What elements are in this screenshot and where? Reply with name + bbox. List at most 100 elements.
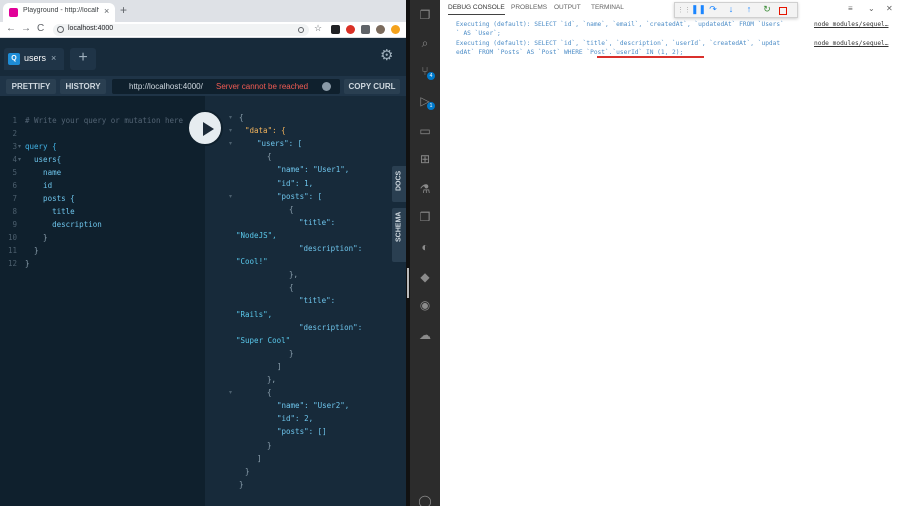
address-bar[interactable]: localhost:4000 — [53, 24, 309, 36]
source-link[interactable]: node_modules/sequel… — [814, 21, 889, 29]
fold-arrow-icon[interactable]: ▾ — [229, 388, 232, 398]
console-line: ` AS `User`; — [456, 30, 501, 37]
result-code-line: "Rails", — [236, 309, 273, 319]
copy-curl-button[interactable]: COPY CURL — [344, 79, 400, 94]
new-tab-button[interactable]: + — [120, 3, 127, 17]
line-number: 9 — [12, 220, 17, 229]
reload-icon[interactable]: C — [37, 23, 44, 34]
tab-output[interactable]: OUTPUT — [554, 4, 581, 11]
docs-tab-label: DOCS — [395, 170, 403, 191]
result-code-line: "title": — [299, 296, 336, 306]
settings-sync-icon[interactable]: ◉ — [418, 298, 432, 312]
highlight-underline — [597, 56, 704, 58]
address-bar-url: localhost:4000 — [68, 25, 114, 32]
schema-tab[interactable]: SCHEMA — [392, 208, 406, 262]
add-tab-button[interactable]: + — [70, 48, 96, 70]
result-code-line: "name": "User1", — [277, 165, 350, 175]
forward-icon[interactable]: → — [21, 23, 31, 34]
accounts-icon[interactable]: ◯ — [418, 494, 432, 506]
source-link[interactable]: node_modules/sequel… — [814, 40, 889, 48]
result-code-line: "title": — [299, 217, 336, 227]
playground-tab-close-icon[interactable]: × — [51, 53, 56, 63]
result-code-line: { — [289, 204, 294, 214]
line-number: 2 — [12, 129, 17, 138]
vscode-window: ❐ ⌕ ⑂ 4 ▷ 1 ▭ ⊞ ⚗ ❒ ◐ ◆ ◉ ☁ ◯ DEBUG CONS… — [410, 0, 900, 506]
docs-tab[interactable]: DOCS — [392, 166, 406, 202]
step-into-icon[interactable]: ↓ — [725, 4, 737, 14]
line-number: 5 — [12, 168, 17, 177]
stop-icon[interactable] — [779, 7, 787, 15]
result-code-line: { — [239, 113, 244, 122]
fold-arrow-icon[interactable]: ▾ — [229, 113, 232, 123]
line-number: 7 — [12, 194, 17, 203]
extension-red-icon[interactable] — [346, 25, 355, 34]
query-code-line: title — [25, 207, 75, 216]
docker-icon[interactable]: ◆ — [418, 270, 432, 284]
query-code-line: posts { — [25, 194, 75, 203]
result-code-line: "id": 1, — [277, 178, 314, 188]
endpoint-field[interactable]: http://localhost:4000/ Server cannot be … — [112, 79, 340, 94]
bookmark-star-icon[interactable]: ☆ — [314, 23, 323, 33]
result-code-line: "name": "User2", — [277, 401, 350, 411]
browser-tab[interactable]: Playground - http://localhost:4 × — [3, 3, 115, 22]
step-over-icon[interactable]: ↷ — [707, 4, 719, 15]
resize-handle[interactable] — [407, 268, 409, 298]
drag-grip-icon[interactable]: ⋮⋮ — [677, 6, 691, 14]
schema-tab-label: SCHEMA — [395, 211, 403, 242]
activity-bar: ❐ ⌕ ⑂ 4 ▷ 1 ▭ ⊞ ⚗ ❒ ◐ ◆ ◉ ☁ ◯ — [410, 0, 440, 506]
pause-icon[interactable]: ❚❚ — [691, 4, 706, 15]
explorer-icon[interactable]: ❐ — [418, 8, 432, 22]
tab-problems[interactable]: PROBLEMS — [511, 4, 547, 11]
fold-arrow-icon[interactable]: ▾ — [229, 192, 232, 202]
restart-icon[interactable]: ↻ — [761, 4, 773, 15]
result-code-line: "data": { — [245, 126, 286, 136]
query-code-line: } — [25, 233, 48, 242]
tab-terminal[interactable]: TERMINAL — [591, 4, 624, 11]
history-button[interactable]: HISTORY — [60, 79, 106, 94]
bookmarks-icon[interactable]: ❒ — [418, 210, 432, 224]
result-code-line: "Cool!" — [236, 257, 268, 267]
settings-gear-icon[interactable]: ⚙ — [380, 46, 393, 64]
result-viewer: ▾ {▾ "data": {▾ "users": [{"name": "User1",… — [205, 96, 406, 506]
endpoint-url: http://localhost:4000/ — [129, 82, 203, 91]
back-icon[interactable]: ← — [6, 23, 16, 34]
result-code-line: "posts": [ — [277, 191, 323, 201]
query-editor[interactable]: 1 # Write your query or mutation here 2 3 ▾ q… — [0, 96, 205, 506]
query-code-line: query { — [25, 142, 57, 151]
zoom-search-icon[interactable] — [298, 27, 304, 33]
close-panel-icon[interactable]: ✕ — [886, 4, 893, 13]
search-icon[interactable]: ⌕ — [418, 36, 432, 50]
fold-arrow-icon[interactable]: ▾ — [229, 126, 232, 136]
line-number: 6 — [12, 181, 17, 190]
step-out-icon[interactable]: ↑ — [743, 4, 755, 14]
extension-orange-icon[interactable] — [391, 25, 400, 34]
extensions-icon[interactable]: ⊞ — [418, 152, 432, 166]
result-code-line: ] — [277, 361, 282, 371]
query-code-line: description — [25, 220, 102, 229]
fold-arrow-icon[interactable]: ▾ — [229, 139, 232, 149]
line-number: 12 — [7, 259, 17, 268]
execute-query-button[interactable] — [187, 110, 223, 146]
browser-tab-strip: Playground - http://localhost:4 × + — [0, 0, 406, 22]
gitlens-icon[interactable]: ◐ — [418, 240, 432, 254]
prettify-button[interactable]: PRETTIFY — [6, 79, 56, 94]
query-code-line: name — [25, 168, 62, 177]
debug-toolbar: ⋮⋮ ❚❚ ↷ ↓ ↑ ↻ — [674, 2, 798, 18]
browser-tab-close-icon[interactable]: × — [104, 6, 109, 16]
query-code-line: } — [25, 259, 30, 268]
site-info-icon[interactable] — [57, 26, 64, 33]
extension-puzzle-icon[interactable] — [361, 25, 370, 34]
fold-arrow-icon[interactable]: ▾ — [18, 155, 21, 165]
extension-dark-icon[interactable] — [331, 25, 340, 34]
playground-tab-users[interactable]: Q users × — [4, 48, 64, 70]
graphql-favicon-icon — [9, 8, 18, 17]
filter-console-icon[interactable]: ≡ — [848, 4, 853, 13]
cloud-icon[interactable]: ☁ — [418, 328, 432, 342]
collapse-panel-icon[interactable]: ⌄ — [868, 4, 875, 13]
testing-flask-icon[interactable]: ⚗ — [418, 182, 432, 196]
remote-explorer-icon[interactable]: ▭ — [418, 124, 432, 138]
fold-arrow-icon[interactable]: ▾ — [18, 142, 21, 152]
tab-debug-console[interactable]: DEBUG CONSOLE — [448, 4, 505, 15]
result-code-line: "description": — [299, 244, 363, 253]
profile-avatar-icon[interactable] — [376, 25, 385, 34]
